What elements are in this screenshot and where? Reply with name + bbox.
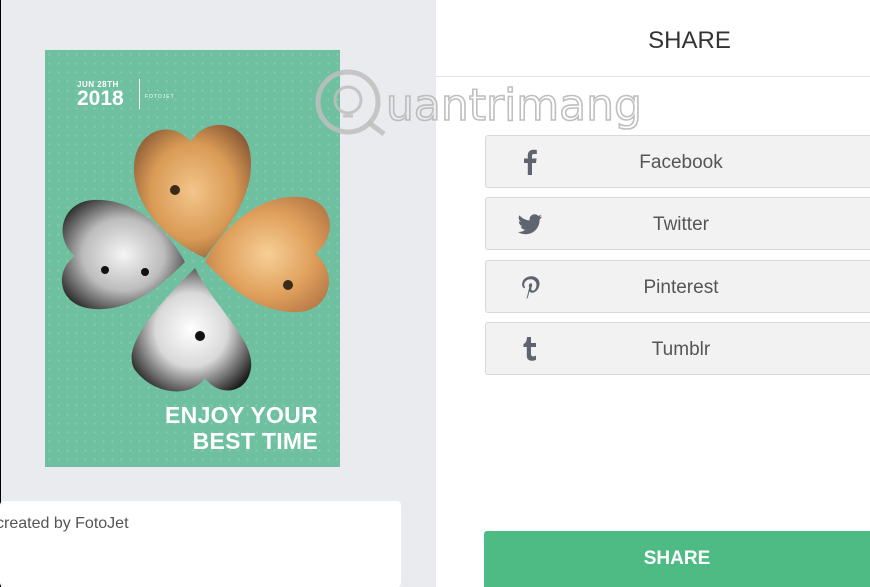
tumblr-label: Tumblr	[651, 339, 711, 360]
poster-preview: JUN 28TH 2018 FOTOJET ENJOY YOUR BEST TI…	[45, 50, 340, 467]
watermark-tail	[366, 120, 386, 136]
facebook-label: Facebook	[639, 152, 723, 173]
dog-nose-5	[195, 331, 205, 341]
share-title: SHARE	[648, 27, 731, 54]
share-twitter-button[interactable]: Twitter	[485, 197, 870, 250]
pane-border	[0, 0, 1, 587]
lightbulb-icon	[333, 85, 363, 115]
share-facebook-button[interactable]: Facebook	[485, 135, 870, 188]
poster-slogan-line2: BEST TIME	[192, 428, 318, 454]
dog-nose-1	[170, 185, 180, 195]
dog-nose-4	[141, 268, 149, 276]
dog-nose-2	[283, 280, 293, 290]
pinterest-label: Pinterest	[643, 277, 719, 298]
watermark-text: uantrimang	[386, 80, 642, 131]
caption-text[interactable]: created by FotoJet	[0, 515, 376, 533]
twitter-label: Twitter	[653, 214, 709, 235]
share-submit-button[interactable]: SHARE	[484, 531, 870, 587]
share-pinterest-button[interactable]: Pinterest	[485, 260, 870, 313]
share-tumblr-button[interactable]: Tumblr	[485, 322, 870, 375]
caption-card[interactable]	[0, 501, 401, 587]
poster-slogan-line1: ENJOY YOUR	[165, 402, 318, 428]
quantrimang-watermark: uantrimang	[315, 69, 643, 136]
dog-nose-3	[101, 266, 109, 274]
poster-slogan: ENJOY YOUR BEST TIME	[165, 402, 318, 454]
